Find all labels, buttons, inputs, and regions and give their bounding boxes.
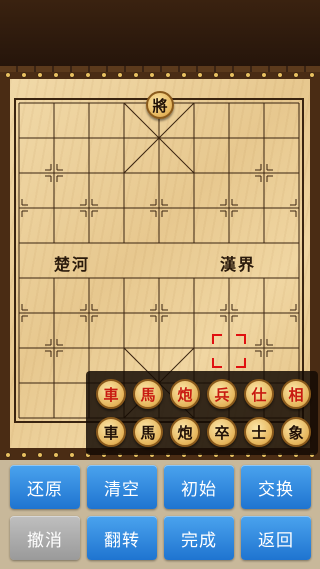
top-bar bbox=[0, 0, 320, 72]
stud bbox=[310, 73, 314, 77]
tray-black-chariot[interactable]: 車 bbox=[96, 417, 126, 447]
swap-button[interactable]: 交换 bbox=[241, 465, 311, 509]
river-label-han: 漢界 bbox=[220, 255, 257, 274]
stud bbox=[38, 453, 42, 457]
stud bbox=[166, 73, 170, 77]
restore-button[interactable]: 还原 bbox=[10, 465, 80, 509]
tray-red-cannon[interactable]: 炮 bbox=[170, 379, 200, 409]
stud bbox=[246, 73, 250, 77]
initial-button[interactable]: 初始 bbox=[164, 465, 234, 509]
stud bbox=[230, 73, 234, 77]
stud bbox=[22, 73, 26, 77]
stud bbox=[278, 73, 282, 77]
stud bbox=[198, 73, 202, 77]
done-button[interactable]: 完成 bbox=[164, 516, 234, 560]
tray-red-horse[interactable]: 馬 bbox=[133, 379, 163, 409]
stud bbox=[70, 453, 74, 457]
stud bbox=[6, 73, 10, 77]
stud bbox=[150, 73, 154, 77]
tray-black-cannon[interactable]: 炮 bbox=[170, 417, 200, 447]
stud bbox=[118, 73, 122, 77]
piece-tray: 車 馬 炮 兵 仕 相 車 馬 炮 卒 士 象 bbox=[86, 371, 318, 455]
stud bbox=[54, 453, 58, 457]
stud bbox=[134, 73, 138, 77]
clear-button[interactable]: 清空 bbox=[87, 465, 157, 509]
stud bbox=[22, 453, 26, 457]
stud bbox=[38, 73, 42, 77]
stud bbox=[6, 453, 10, 457]
control-panel: 还原 清空 初始 交换 撤消 翻转 完成 返回 bbox=[0, 460, 320, 569]
undo-button[interactable]: 撤消 bbox=[10, 516, 80, 560]
selection-marker bbox=[212, 334, 246, 368]
tray-red-elephant[interactable]: 相 bbox=[281, 379, 311, 409]
tray-black-advisor[interactable]: 士 bbox=[244, 417, 274, 447]
stud bbox=[70, 73, 74, 77]
tray-red-advisor[interactable]: 仕 bbox=[244, 379, 274, 409]
tray-black-horse[interactable]: 馬 bbox=[133, 417, 163, 447]
stud bbox=[102, 73, 106, 77]
stud bbox=[182, 73, 186, 77]
stud bbox=[54, 73, 58, 77]
tray-black-elephant[interactable]: 象 bbox=[281, 417, 311, 447]
stud bbox=[262, 73, 266, 77]
stud bbox=[294, 73, 298, 77]
stud bbox=[86, 73, 90, 77]
frame-studs-top bbox=[6, 72, 314, 78]
stud bbox=[214, 73, 218, 77]
tray-red-soldier[interactable]: 兵 bbox=[207, 379, 237, 409]
back-button[interactable]: 返回 bbox=[241, 516, 311, 560]
flip-button[interactable]: 翻转 bbox=[87, 516, 157, 560]
river-label-chu: 楚河 bbox=[54, 255, 91, 274]
tray-black-soldier[interactable]: 卒 bbox=[207, 417, 237, 447]
tray-red-chariot[interactable]: 車 bbox=[96, 379, 126, 409]
board-piece-general[interactable]: 將 bbox=[146, 91, 174, 119]
